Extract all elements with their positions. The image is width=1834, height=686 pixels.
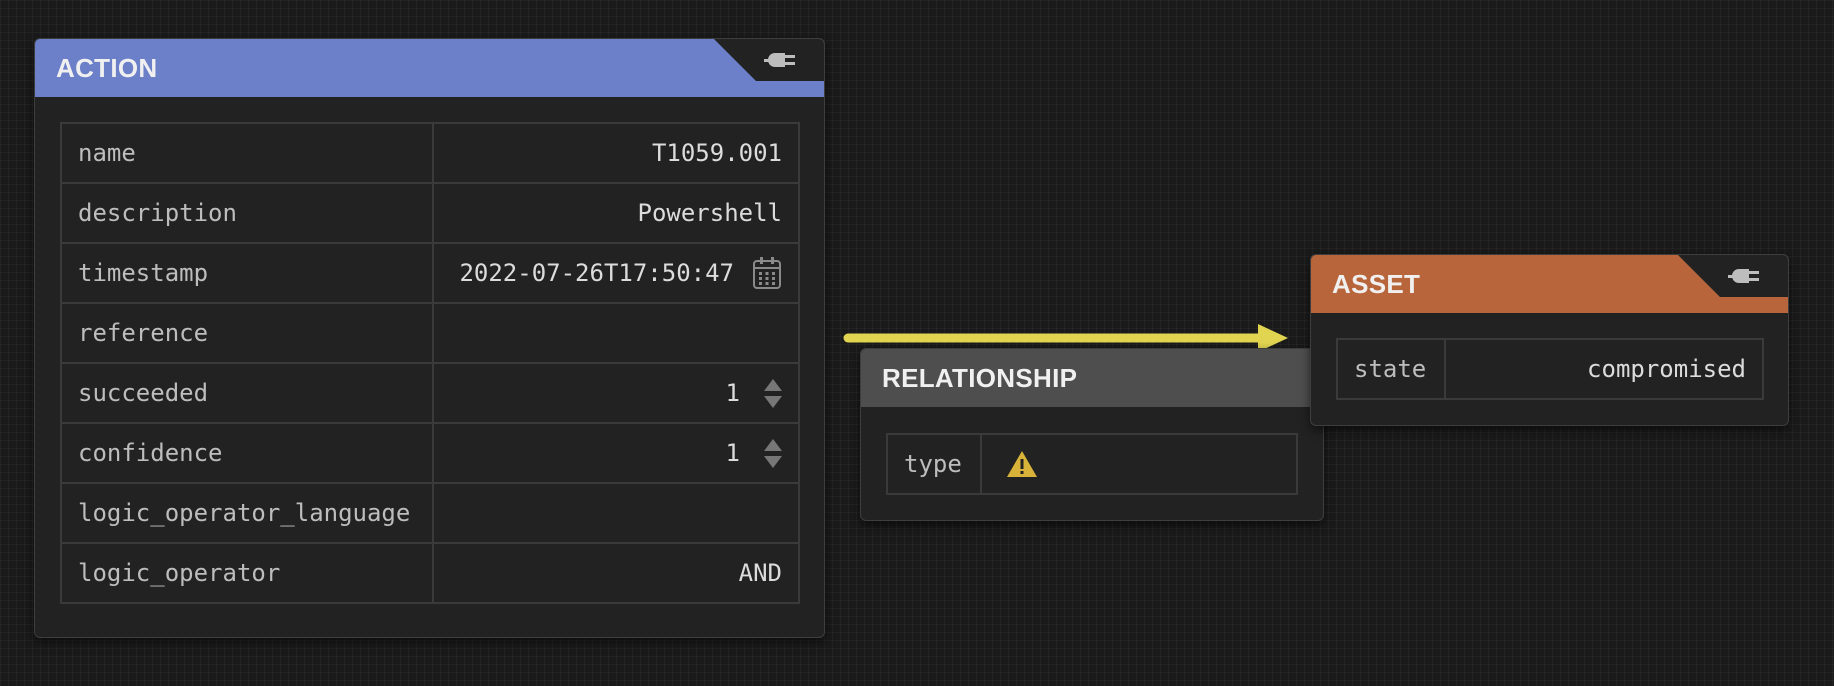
type-value-field[interactable] <box>980 433 1298 495</box>
logic-operator-value-field[interactable]: AND <box>432 542 800 604</box>
state-value-field[interactable]: compromised <box>1444 338 1764 400</box>
stepper-arrows <box>764 438 782 468</box>
table-row: logic_operator_language <box>60 482 800 544</box>
table-row: name T1059.001 <box>60 122 800 184</box>
action-connector-tab[interactable] <box>714 39 824 81</box>
calendar-icon[interactable] <box>752 256 782 290</box>
action-node[interactable]: ACTION name T1059.001 description Powers… <box>34 38 825 638</box>
plug-icon <box>764 53 795 67</box>
table-row: confidence 1 <box>60 422 800 484</box>
warning-icon <box>1007 451 1037 477</box>
stepper-up-icon[interactable] <box>764 438 782 451</box>
action-node-header[interactable]: ACTION <box>35 39 824 97</box>
confidence-value: 1 <box>725 439 740 467</box>
property-key: confidence <box>60 422 434 484</box>
stepper-down-icon[interactable] <box>764 455 782 468</box>
table-row: state compromised <box>1336 338 1764 400</box>
name-value-field[interactable]: T1059.001 <box>432 122 800 184</box>
action-node-title: ACTION <box>56 53 158 83</box>
table-row: logic_operator AND <box>60 542 800 604</box>
table-row: reference <box>60 302 800 364</box>
logic-operator-language-value-field[interactable] <box>432 482 800 544</box>
stepper-arrows <box>764 378 782 408</box>
description-value-field[interactable]: Powershell <box>432 182 800 244</box>
action-properties-table: name T1059.001 description Powershell ti… <box>60 122 800 604</box>
succeeded-value: 1 <box>725 379 740 407</box>
property-key: reference <box>60 302 434 364</box>
table-row: succeeded 1 <box>60 362 800 424</box>
relationship-node-title: RELATIONSHIP <box>882 363 1078 393</box>
table-row: timestamp 2022-07-26T17:50:47 <box>60 242 800 304</box>
stepper-down-icon[interactable] <box>764 395 782 408</box>
asset-node-title: ASSET <box>1332 269 1421 299</box>
property-key: name <box>60 122 434 184</box>
confidence-stepper[interactable]: 1 <box>432 422 800 484</box>
property-key: logic_operator <box>60 542 434 604</box>
asset-connector-tab[interactable] <box>1678 255 1788 297</box>
property-key: succeeded <box>60 362 434 424</box>
property-key: timestamp <box>60 242 434 304</box>
asset-node[interactable]: ASSET state compromised <box>1310 254 1789 426</box>
stepper-up-icon[interactable] <box>764 378 782 391</box>
plug-icon <box>1728 269 1759 283</box>
timestamp-value: 2022-07-26T17:50:47 <box>459 259 734 287</box>
asset-properties-table: state compromised <box>1336 338 1764 400</box>
table-row: description Powershell <box>60 182 800 244</box>
property-key: logic_operator_language <box>60 482 434 544</box>
table-row: type <box>886 433 1298 495</box>
relationship-node[interactable]: RELATIONSHIP type <box>860 348 1324 521</box>
timestamp-value-field[interactable]: 2022-07-26T17:50:47 <box>432 242 800 304</box>
relationship-properties-table: type <box>886 433 1298 495</box>
succeeded-stepper[interactable]: 1 <box>432 362 800 424</box>
property-key: state <box>1336 338 1446 400</box>
relationship-node-header[interactable]: RELATIONSHIP <box>861 349 1323 407</box>
asset-node-header[interactable]: ASSET <box>1311 255 1788 313</box>
property-key: description <box>60 182 434 244</box>
property-key: type <box>886 433 982 495</box>
reference-value-field[interactable] <box>432 302 800 364</box>
